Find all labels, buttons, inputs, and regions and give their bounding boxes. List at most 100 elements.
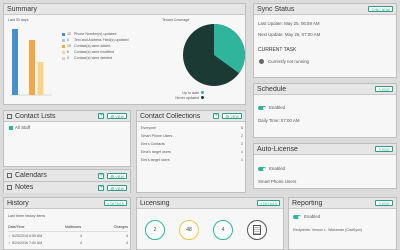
reporting-edit-button[interactable]: ✎ EDIT (375, 200, 393, 206)
collections-view-button[interactable]: 👁 VIEW (222, 113, 242, 119)
pie-legend-label: Never updated (175, 95, 199, 100)
collection-count: 2 (241, 142, 243, 146)
contact-lists-header: Contact Lists + 👁 VIEW (4, 111, 130, 122)
reporting-recipients: Recipients: Vernon L. Wietzman (CiraSync… (293, 228, 363, 232)
schedule-title: Schedule (257, 85, 287, 93)
sync-header: Sync Status SYNC NOW (254, 4, 396, 15)
collection-row[interactable]: Smart Phone Users 2 (141, 134, 243, 138)
contact-lists-title: Contact Lists (15, 112, 56, 120)
collection-name: Ema's target users (141, 150, 171, 154)
legend-label: Contact(s) were added (74, 44, 111, 48)
schedule-edit-button[interactable]: ✎ EDIT (375, 86, 393, 92)
collection-row[interactable]: Emi's Contacts 2 (141, 142, 243, 146)
edit-label: EDIT (382, 148, 390, 152)
history-details-button[interactable]: ≡ DETAILS (104, 200, 127, 206)
add-note-button[interactable]: + (98, 184, 105, 191)
add-calendar-button[interactable]: + (98, 172, 105, 179)
column-header: Date/Time (8, 225, 25, 229)
history-mailboxes: 4 (80, 241, 82, 245)
auto-license-enabled-toggle[interactable] (258, 167, 266, 171)
pie-legend-label: Up to date (182, 90, 199, 95)
add-collection-button[interactable]: + (213, 113, 220, 119)
collection-count: 5 (241, 126, 243, 130)
add-contact-list-button[interactable]: + (98, 113, 105, 119)
legend-swatch (62, 44, 65, 48)
calendars-title: Calendars (15, 172, 47, 179)
last-update: Last Update: May 25, 06:59 AM (258, 21, 320, 26)
view-label: VIEW (230, 115, 239, 119)
schedule-header: Schedule ✎ EDIT (254, 84, 396, 95)
history-header: History ≡ DETAILS (4, 198, 130, 209)
auto-license-title: Auto-License (257, 145, 298, 153)
details-label: DETAILS (263, 202, 277, 206)
next-update: Next Update: May 26, 07:00 AM (258, 32, 321, 37)
history-date-text: 5/24/2016 7:00 AM (12, 241, 43, 245)
licensing-value: 4 (221, 227, 225, 233)
licensing-value-circle: 4 (213, 220, 233, 240)
schedule-panel: Schedule ✎ EDIT Enabled Daily Time: 07:0… (253, 83, 397, 138)
legend-swatch (62, 38, 65, 42)
auto-license-edit-button[interactable]: ✎ EDIT (375, 146, 393, 152)
history-subtitle: Last three history items (8, 214, 46, 218)
schedule-enabled-label: Enabled (269, 105, 286, 110)
history-date: ✓ 5/25/2016 6:59 AM (8, 234, 64, 238)
pie-legend: Up to date Never updated (144, 90, 204, 100)
pie-legend-dot (201, 91, 204, 94)
collection-row[interactable]: Everyone 5 (141, 126, 243, 130)
summary-panel: Summary Last 30 days 12 Phone Number(s) u… (3, 3, 246, 105)
calendars-panel: Calendars + 👁 VIEW (3, 169, 131, 181)
history-table-header: Date/Time Mailboxes Changes (8, 225, 128, 229)
auto-license-enabled-label: Enabled (269, 166, 286, 171)
history-changes: 4 (126, 241, 128, 245)
task-status-icon (259, 59, 264, 64)
range-label: Last 30 days (8, 18, 29, 22)
notes-panel: Notes + 👁 VIEW (3, 181, 131, 193)
auto-license-item: Smart Phone Users (258, 179, 297, 184)
legend-count: 12 (67, 32, 71, 36)
licensing-summary-icon (247, 220, 267, 240)
notes-view-button[interactable]: 👁 VIEW (107, 184, 127, 191)
collection-row[interactable]: Emi's target users 1 (141, 158, 243, 162)
details-label: DETAILS (110, 202, 124, 206)
column-header: Changes (113, 225, 128, 229)
bar-1 (12, 29, 18, 95)
licensing-title: Licensing (140, 199, 170, 207)
sync-title: Sync Status (257, 5, 295, 13)
collection-name: Smart Phone Users (141, 134, 173, 138)
contact-collections-header: Contact Collections + 👁 VIEW (137, 111, 245, 122)
history-date-text: 5/25/2016 6:59 AM (12, 234, 43, 238)
activity-bar-chart (10, 29, 52, 96)
view-label: VIEW (115, 115, 124, 119)
licensing-panel: Licensing ≡ DETAILS 2 48 4 (136, 197, 284, 250)
licensing-details-button[interactable]: ≡ DETAILS (257, 200, 280, 206)
notes-title: Notes (15, 184, 34, 191)
legend-count: 0 (67, 38, 69, 42)
tenant-coverage-pie (183, 24, 245, 86)
daily-time: Daily Time: 07:00 AM (258, 118, 300, 123)
collection-row[interactable]: Ema's target users 1 (141, 150, 243, 154)
sync-status-panel: Sync Status SYNC NOW Last Update: May 25… (253, 3, 397, 78)
table-row[interactable]: ✓ 5/25/2016 6:59 AM 4 4 (8, 234, 128, 238)
legend-count: 0 (67, 56, 69, 60)
licensing-value: 48 (186, 227, 192, 233)
auto-license-header: Auto-License ✎ EDIT (254, 144, 396, 155)
collection-count: 1 (241, 158, 243, 162)
summary-legend: 12 Phone Number(s) updated 0 Text and Addr… (62, 31, 142, 61)
contact-lists-icon (7, 113, 12, 119)
contact-lists-view-button[interactable]: 👁 VIEW (107, 113, 127, 119)
reporting-enabled-toggle[interactable] (293, 215, 301, 219)
contact-lists-panel: Contact Lists + 👁 VIEW All Staff (3, 110, 131, 167)
calendars-view-button[interactable]: 👁 VIEW (107, 172, 127, 179)
contact-collections-panel: Contact Collections + 👁 VIEW Everyone 5 S… (136, 110, 246, 193)
table-divider (8, 231, 128, 232)
table-row[interactable]: ✓ 5/24/2016 7:00 AM 4 4 (8, 241, 128, 245)
auto-license-panel: Auto-License ✎ EDIT Enabled Smart Phone … (253, 143, 397, 189)
collection-count: 1 (241, 150, 243, 154)
current-task: Currently not running (268, 59, 310, 64)
history-date: ✓ 5/24/2016 7:00 AM (8, 241, 64, 245)
sync-now-button[interactable]: SYNC NOW (368, 6, 393, 12)
licensing-header: Licensing ≡ DETAILS (137, 198, 283, 209)
schedule-enabled-toggle[interactable] (258, 106, 266, 110)
collection-name: Emi's Contacts (141, 142, 165, 146)
list-item[interactable]: All Staff (15, 125, 30, 130)
